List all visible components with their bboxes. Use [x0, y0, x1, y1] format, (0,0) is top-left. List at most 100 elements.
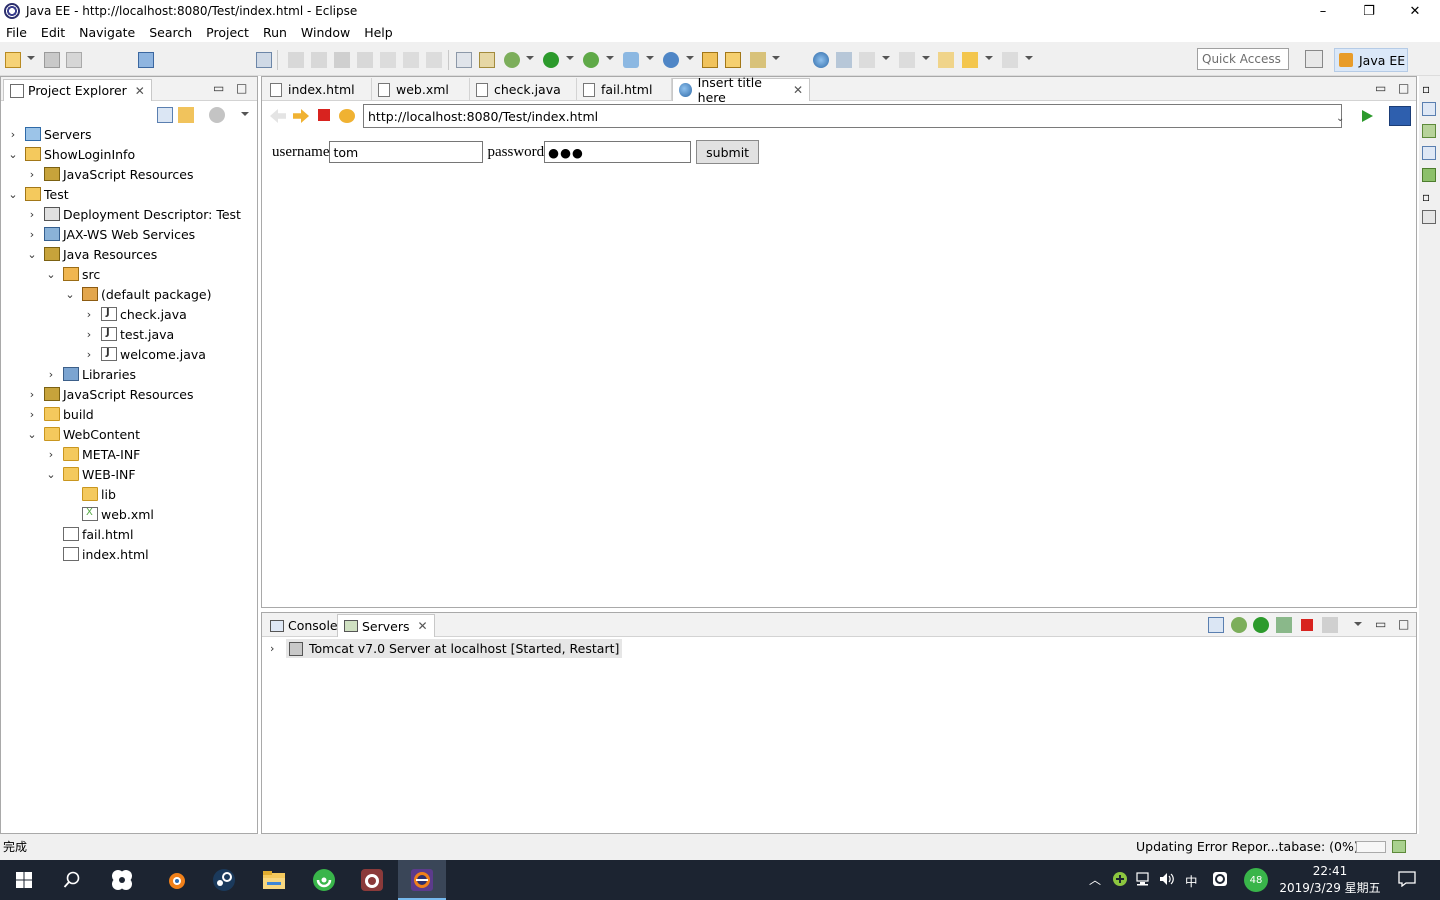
tree-item[interactable]: ⌄ WEB-INF: [1, 464, 257, 484]
step-return-icon[interactable]: [426, 52, 442, 68]
browser-back-icon[interactable]: [270, 109, 286, 123]
previous-annotation-dropdown-icon[interactable]: [922, 56, 930, 60]
problems-view-icon[interactable]: [1422, 210, 1436, 224]
menu-navigate[interactable]: Navigate: [72, 25, 142, 40]
start-server-icon[interactable]: [1253, 617, 1269, 633]
open-type-icon[interactable]: [702, 52, 718, 68]
step-into-icon[interactable]: [380, 52, 396, 68]
tree-item[interactable]: › META-INF: [1, 444, 257, 464]
tree-item[interactable]: ⌄ (default package): [1, 284, 257, 304]
run-server-dropdown-icon[interactable]: [606, 56, 614, 60]
task-list-icon[interactable]: [1422, 124, 1436, 138]
editor-tab-check-java[interactable]: check.java: [470, 78, 577, 101]
stop-server-icon[interactable]: [1301, 619, 1313, 631]
browser-go-icon[interactable]: [1362, 110, 1373, 122]
tab-project-explorer[interactable]: Project Explorer ✕: [3, 79, 152, 101]
use-step-filters-icon[interactable]: [456, 52, 472, 68]
editor-tab-index-html[interactable]: index.html: [264, 78, 372, 101]
expand-chevron-icon[interactable]: ›: [26, 228, 38, 241]
publish-server-icon[interactable]: [1322, 617, 1338, 633]
markers-view-icon[interactable]: [1422, 146, 1436, 160]
tree-item[interactable]: › Deployment Descriptor: Test: [1, 204, 257, 224]
qq-tray-icon[interactable]: [1212, 871, 1228, 890]
windows-start-icon[interactable]: [0, 860, 48, 900]
debug-server-icon[interactable]: [1231, 617, 1247, 633]
save-all-icon[interactable]: [66, 52, 82, 68]
expand-chevron-icon[interactable]: ›: [26, 168, 38, 181]
expand-chevron-icon[interactable]: ›: [45, 368, 57, 381]
skip-breakpoints-icon[interactable]: [256, 52, 272, 68]
close-tab-icon[interactable]: ✕: [418, 619, 428, 633]
minimize-editor-icon[interactable]: ▭: [1375, 81, 1386, 95]
collapse-chevron-icon[interactable]: ⌄: [45, 268, 57, 281]
step-over-icon[interactable]: [403, 52, 419, 68]
progress-view-icon[interactable]: [1392, 840, 1406, 853]
forward-icon[interactable]: [1002, 52, 1018, 68]
tree-item[interactable]: › Libraries: [1, 364, 257, 384]
collapse-chevron-icon[interactable]: ⌄: [7, 148, 19, 161]
new-dropdown-icon[interactable]: [27, 56, 35, 60]
menu-window[interactable]: Window: [294, 25, 357, 40]
restore-icon[interactable]: ▫: [1422, 82, 1436, 96]
maximize-view-icon[interactable]: □: [1398, 617, 1409, 631]
resume-icon[interactable]: [288, 52, 304, 68]
view-menu-icon[interactable]: [241, 112, 249, 116]
forward-dropdown-icon[interactable]: [1025, 56, 1033, 60]
editor-tab-web-xml[interactable]: web.xml: [372, 78, 470, 101]
run-icon[interactable]: [543, 52, 559, 68]
tree-item[interactable]: ⌄ Test: [1, 184, 257, 204]
tree-item[interactable]: ⌄ WebContent: [1, 424, 257, 444]
tree-item[interactable]: › check.java: [1, 304, 257, 324]
expand-chevron-icon[interactable]: ›: [26, 388, 38, 401]
expand-chevron-icon[interactable]: ›: [83, 348, 95, 361]
eclipse-taskbar-icon[interactable]: [398, 860, 446, 900]
next-annotation-icon[interactable]: [859, 52, 875, 68]
view-menu-icon[interactable]: [1354, 622, 1362, 626]
new-server-dropdown-icon[interactable]: [646, 56, 654, 60]
tree-item[interactable]: › JAX-WS Web Services: [1, 224, 257, 244]
last-edit-location-icon[interactable]: [938, 52, 954, 68]
run-server-icon[interactable]: [583, 52, 599, 68]
open-console-icon[interactable]: [138, 52, 154, 68]
badge-counter[interactable]: 48: [1244, 868, 1268, 892]
tomcat-server-entry[interactable]: Tomcat v7.0 Server at localhost [Started…: [286, 639, 623, 658]
tray-chevron-up-icon[interactable]: ︿: [1089, 871, 1101, 888]
menu-search[interactable]: Search: [142, 25, 199, 40]
expand-chevron-icon[interactable]: ›: [83, 328, 95, 341]
run-dropdown-icon[interactable]: [566, 56, 574, 60]
link-with-editor-icon[interactable]: [178, 107, 194, 123]
disconnect-icon[interactable]: [357, 52, 373, 68]
quick-access-input[interactable]: Quick Access: [1197, 48, 1289, 70]
action-center-icon[interactable]: [1398, 871, 1416, 890]
collapse-chevron-icon[interactable]: ⌄: [26, 248, 38, 261]
close-tab-icon[interactable]: ✕: [135, 84, 145, 98]
tree-item[interactable]: lib: [1, 484, 257, 504]
volume-icon[interactable]: [1159, 871, 1175, 890]
tree-item[interactable]: › JavaScript Resources: [1, 384, 257, 404]
restore-button[interactable]: ❐: [1346, 0, 1392, 22]
back-icon[interactable]: [962, 52, 978, 68]
server-publish-icon[interactable]: [479, 52, 495, 68]
tree-item[interactable]: ⌄ ShowLoginInfo: [1, 144, 257, 164]
tree-item[interactable]: › welcome.java: [1, 344, 257, 364]
collapse-chevron-icon[interactable]: ⌄: [7, 188, 19, 201]
new-class-dropdown-icon[interactable]: [686, 56, 694, 60]
annotation-icon[interactable]: [836, 52, 852, 68]
blender-icon[interactable]: [152, 860, 200, 900]
url-history-dropdown-icon[interactable]: ⌄: [1336, 113, 1344, 124]
new-server-icon[interactable]: [623, 52, 639, 68]
minimize-button[interactable]: –: [1300, 0, 1346, 22]
outline-view-icon[interactable]: [1422, 102, 1436, 116]
editor-tab-insert-title-here[interactable]: Insert title here ✕: [672, 75, 810, 105]
new-java-class-icon[interactable]: [663, 52, 679, 68]
expand-chevron-icon[interactable]: ›: [270, 642, 282, 655]
profile-server-icon[interactable]: [1276, 617, 1292, 633]
perspective-java-ee-button[interactable]: Java EE: [1334, 48, 1408, 72]
tree-item[interactable]: index.html: [1, 544, 257, 564]
open-perspective-icon[interactable]: [1305, 50, 1323, 68]
search-tool-icon[interactable]: [750, 52, 766, 68]
suspend-icon[interactable]: [311, 52, 327, 68]
tree-item[interactable]: ⌄ src: [1, 264, 257, 284]
collapse-chevron-icon[interactable]: ⌄: [45, 468, 57, 481]
collapse-all-icon[interactable]: [157, 107, 173, 123]
